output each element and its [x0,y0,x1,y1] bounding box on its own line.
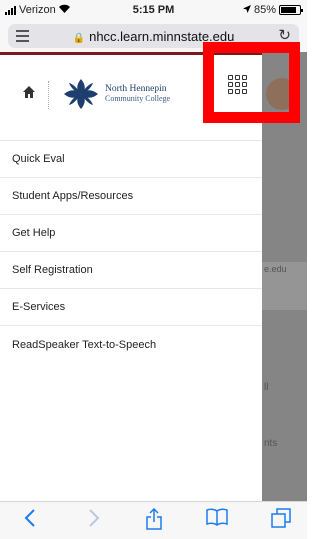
navigation-drawer: North Hennepin Community College Quick E… [0,42,300,501]
browser-toolbar [0,501,307,539]
drawer-menu: Quick Eval Student Apps/Resources Get He… [0,141,262,363]
college-name-line1: North Hennepin [105,84,167,94]
location-icon [242,4,251,16]
battery-group: 85% [242,4,303,16]
college-logo-icon [62,77,100,111]
background-text-fragment: ll [264,382,269,393]
battery-level [281,7,297,13]
battery-icon [279,5,303,15]
share-icon[interactable] [146,507,162,536]
background-text-fragment: nts [264,438,278,449]
forward-icon[interactable] [88,508,100,534]
home-icon[interactable] [22,85,36,102]
menu-item-get-help[interactable]: Get Help [0,215,262,252]
bookmarks-icon[interactable] [206,508,228,532]
lock-icon: 🔒 [72,33,86,44]
tabs-icon[interactable] [271,508,291,534]
menu-item-self-registration[interactable]: Self Registration [0,252,262,289]
back-icon[interactable] [24,508,36,534]
college-logo[interactable]: North Hennepin Community College [62,77,170,111]
menu-item-readspeaker[interactable]: ReadSpeaker Text-to-Speech [0,326,262,363]
background-text-fragment: e.edu [264,264,287,274]
battery-percent: 85% [253,4,276,16]
menu-item-quick-eval[interactable]: Quick Eval [0,141,262,178]
drawer-header: North Hennepin Community College [0,42,300,141]
college-name-line2: Community College [105,94,171,103]
menu-item-student-apps-resources[interactable]: Student Apps/Resources [0,178,262,215]
college-name: North Hennepin Community College [105,84,170,104]
header-divider [48,81,49,109]
highlight-box [203,42,300,123]
status-bar: Verizon 5:15 PM 85% [0,0,307,20]
menu-item-e-services[interactable]: E-Services [0,289,262,326]
